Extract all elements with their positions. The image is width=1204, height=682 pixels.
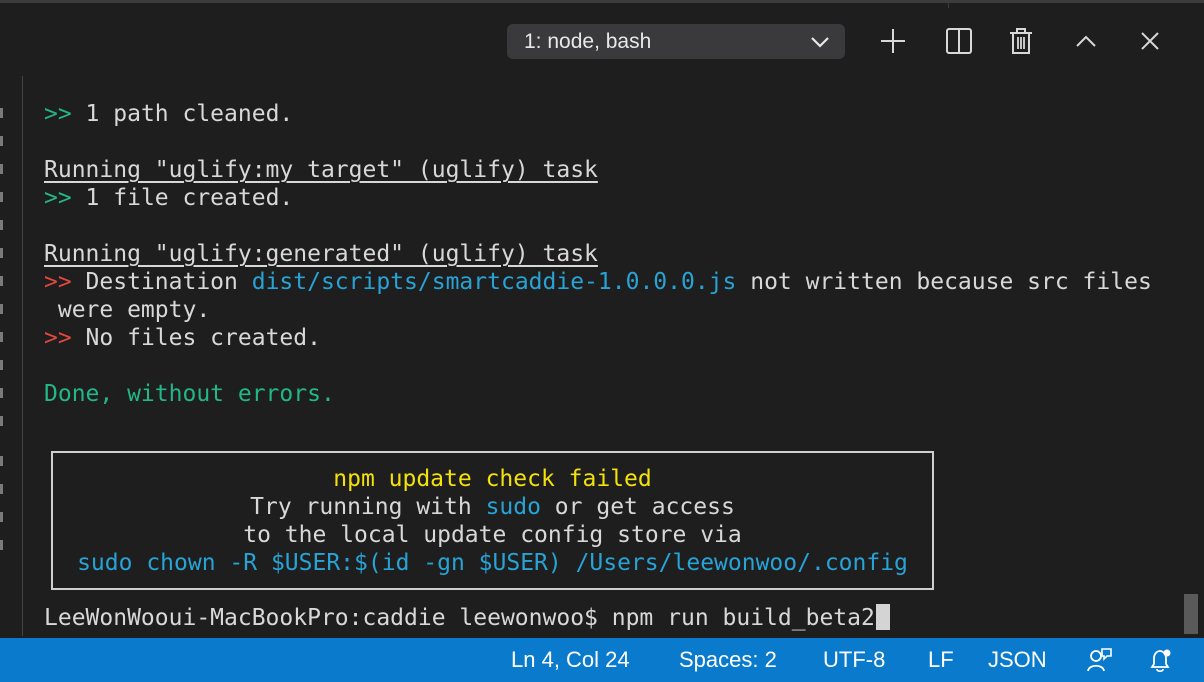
terminal-line: were empty. bbox=[44, 296, 210, 324]
close-icon bbox=[1141, 32, 1159, 50]
terminal-line: >> No files created. bbox=[44, 324, 321, 352]
editor-separator bbox=[948, 0, 949, 8]
sudo-keyword: sudo bbox=[485, 494, 541, 520]
terminal-line: Running "uglify:my_target" (uglify) task bbox=[44, 156, 598, 184]
panel-top-border bbox=[0, 0, 1204, 3]
file-encoding[interactable]: UTF-8 bbox=[823, 638, 885, 682]
gutter-mark bbox=[0, 164, 3, 174]
kill-terminal-button[interactable] bbox=[1003, 23, 1039, 59]
gutter-line bbox=[22, 76, 23, 636]
chevron-up-icon bbox=[1076, 35, 1096, 47]
close-panel-button[interactable] bbox=[1132, 23, 1168, 59]
npm-box-line: to the local update config store via bbox=[243, 522, 742, 548]
gutter-mark bbox=[0, 360, 3, 370]
line-text: 1 file created. bbox=[71, 185, 294, 211]
status-bar: Ln 4, Col 24 Spaces: 2 UTF-8 LF JSON bbox=[0, 638, 1204, 682]
warning-marker: >> bbox=[44, 269, 72, 295]
npm-box-line: Try running with sudo or get access bbox=[53, 493, 932, 521]
chevron-down-icon bbox=[811, 37, 829, 48]
indentation-setting[interactable]: Spaces: 2 bbox=[679, 638, 777, 682]
gutter-mark bbox=[0, 512, 3, 522]
task-heading: Running "uglify:my_target" (uglify) task bbox=[44, 157, 598, 183]
prompt-marker: >> bbox=[44, 185, 72, 211]
trash-icon bbox=[1010, 28, 1032, 54]
cursor-position[interactable]: Ln 4, Col 24 bbox=[511, 638, 630, 682]
line-text: Try running with bbox=[250, 494, 486, 520]
gutter-mark bbox=[0, 136, 3, 146]
gutter-mark bbox=[0, 220, 3, 230]
shell-prompt: LeeWonWooui-MacBookPro:caddie leewonwoo$… bbox=[44, 604, 890, 632]
gutter-mark bbox=[0, 276, 3, 286]
gutter-mark bbox=[0, 388, 3, 398]
terminal-gutter bbox=[0, 76, 26, 636]
gutter-mark bbox=[0, 304, 3, 314]
terminal-line: >> Destination dist/scripts/smartcaddie-… bbox=[44, 268, 1152, 296]
npm-box-title: npm update check failed bbox=[333, 466, 652, 492]
file-path-link[interactable]: dist/scripts/smartcaddie-1.0.0.0.js bbox=[252, 269, 737, 295]
language-mode[interactable]: JSON bbox=[988, 638, 1047, 682]
terminal-scrollbar-thumb[interactable] bbox=[1184, 594, 1198, 634]
task-heading: Running "uglify:generated" (uglify) task bbox=[44, 241, 598, 267]
end-of-line[interactable]: LF bbox=[928, 638, 954, 682]
terminal-cursor bbox=[875, 604, 890, 630]
maximize-panel-button[interactable] bbox=[1068, 23, 1104, 59]
line-text: Destination bbox=[71, 269, 252, 295]
prompt-text: LeeWonWooui-MacBookPro:caddie leewonwoo$… bbox=[44, 605, 875, 631]
gutter-mark bbox=[0, 248, 3, 258]
gutter-mark bbox=[0, 108, 3, 118]
warning-marker: >> bbox=[44, 325, 72, 351]
terminal-line: >> 1 file created. bbox=[44, 184, 293, 212]
terminal-line: >> 1 path cleaned. bbox=[44, 100, 293, 128]
new-terminal-button[interactable] bbox=[875, 23, 911, 59]
prompt-marker: >> bbox=[44, 101, 72, 127]
bell-icon[interactable] bbox=[1146, 646, 1174, 674]
npm-update-box: npm update check failed Try running with… bbox=[51, 451, 934, 590]
line-text: not written because src files bbox=[736, 269, 1152, 295]
feedback-icon[interactable] bbox=[1085, 646, 1113, 674]
gutter-mark bbox=[0, 484, 3, 494]
line-text: No files created. bbox=[71, 325, 321, 351]
gutter-mark bbox=[0, 332, 3, 342]
terminal-selector[interactable]: 1: node, bash bbox=[507, 24, 845, 59]
done-message: Done, without errors. bbox=[44, 381, 335, 407]
terminal-line: Running "uglify:generated" (uglify) task bbox=[44, 240, 598, 268]
gutter-mark bbox=[0, 192, 3, 202]
line-text: 1 path cleaned. bbox=[71, 101, 294, 127]
split-icon bbox=[946, 28, 972, 54]
line-text: were empty. bbox=[44, 297, 211, 323]
line-text: or get access bbox=[540, 494, 735, 520]
terminal-selector-label: 1: node, bash bbox=[524, 29, 652, 53]
gutter-mark bbox=[0, 540, 3, 550]
plus-icon bbox=[881, 29, 905, 53]
npm-box-command: sudo chown -R $USER:$(id -gn $USER) /Use… bbox=[77, 550, 908, 576]
split-terminal-button[interactable] bbox=[941, 23, 977, 59]
gutter-mark bbox=[0, 416, 3, 426]
gutter-mark bbox=[0, 456, 3, 466]
